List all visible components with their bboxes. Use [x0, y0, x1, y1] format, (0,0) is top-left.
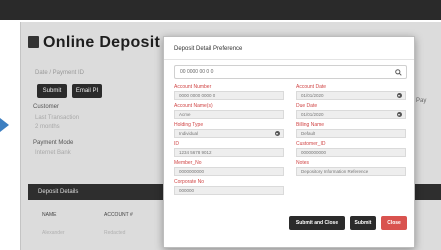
id-field[interactable]: 1234 5678 9012 — [174, 148, 284, 157]
search-value: 00 0000 00 0 0 — [180, 69, 214, 75]
customer-value-2: 2 months — [35, 124, 60, 130]
page-title-text: Online Deposit — [43, 34, 161, 51]
account-number-value: 0000 0000 0000 0 — [179, 93, 216, 98]
account-date-value: 01/01/2020 — [301, 93, 324, 98]
member-no-label: Member_No — [174, 160, 202, 166]
due-date-label: Due Date — [296, 103, 318, 109]
search-input[interactable]: 00 0000 00 0 0 — [174, 65, 407, 79]
billing-name-label: Billing Name — [296, 122, 325, 128]
table-column-name: NAME — [42, 212, 57, 218]
account-name-field[interactable]: Acme — [174, 110, 284, 119]
customer-id-value: 0000000000 — [301, 150, 327, 155]
corporate-no-value: 000000 — [179, 188, 195, 193]
account-date-select[interactable]: 01/01/2020 — [296, 91, 406, 100]
member-no-value: 0000000000 — [179, 169, 205, 174]
due-date-select[interactable]: 01/01/2020 — [296, 110, 406, 119]
notes-label: Notes — [296, 160, 310, 166]
notes-field[interactable]: Depository Information Reference — [296, 167, 406, 176]
close-button[interactable]: Close — [381, 216, 407, 230]
account-name-value: Acme — [179, 112, 191, 117]
deposit-detail-modal: Deposit Detail Preference 00 0000 00 0 0… — [163, 36, 415, 248]
table-cell: Alexander — [42, 230, 65, 236]
account-number-label: Account Number — [174, 84, 212, 90]
billing-name-field[interactable]: Default — [296, 129, 406, 138]
payment-mode-value: Internet Bank — [35, 150, 71, 156]
notes-value: Depository Information Reference — [301, 169, 369, 174]
table-cell: Redacted — [104, 230, 126, 236]
customer-id-field[interactable]: 0000000000 — [296, 148, 406, 157]
id-label: ID — [174, 141, 179, 147]
page-subtitle: Date / Payment ID — [35, 70, 85, 76]
account-number-field[interactable]: 0000 0000 0000 0 — [174, 91, 284, 100]
corporate-no-label: Corporate No — [174, 179, 205, 185]
holding-type-value: Individual — [179, 131, 199, 136]
chevron-down-icon[interactable] — [397, 93, 402, 98]
chevron-down-icon[interactable] — [397, 112, 402, 117]
bank-icon — [28, 36, 39, 48]
chevron-down-icon[interactable] — [275, 131, 280, 136]
due-date-value: 01/01/2020 — [301, 112, 324, 117]
divider — [164, 59, 414, 60]
table-column-account: ACCOUNT # — [104, 212, 133, 218]
submit-and-close-button[interactable]: Submit and Close — [289, 216, 345, 230]
submit-button-background[interactable]: Submit — [37, 84, 67, 98]
customer-label: Customer — [33, 104, 60, 110]
search-icon[interactable] — [395, 69, 402, 76]
modal-title: Deposit Detail Preference — [174, 46, 243, 52]
arrow-right-icon — [0, 118, 9, 132]
customer-id-label: Customer_ID — [296, 141, 326, 147]
page-title: Online Deposit — [28, 34, 160, 52]
member-no-field[interactable]: 0000000000 — [174, 167, 284, 176]
billing-name-value: Default — [301, 131, 316, 136]
id-value: 1234 5678 9012 — [179, 150, 212, 155]
customer-value-1: Last Transaction — [35, 115, 80, 121]
submit-button[interactable]: Submit — [350, 216, 376, 230]
payment-mode-label: Payment Mode — [33, 140, 74, 146]
holding-type-label: Holding Type — [174, 122, 204, 128]
account-name-label: Account Name(s) — [174, 103, 213, 109]
corporate-no-field[interactable]: 000000 — [174, 186, 284, 195]
email-pi-button[interactable]: Email PI — [72, 84, 102, 98]
app-top-bar — [0, 0, 441, 20]
account-date-label: Account Date — [296, 84, 327, 90]
holding-type-select[interactable]: Individual — [174, 129, 284, 138]
right-edge-text: Pay — [416, 98, 427, 104]
